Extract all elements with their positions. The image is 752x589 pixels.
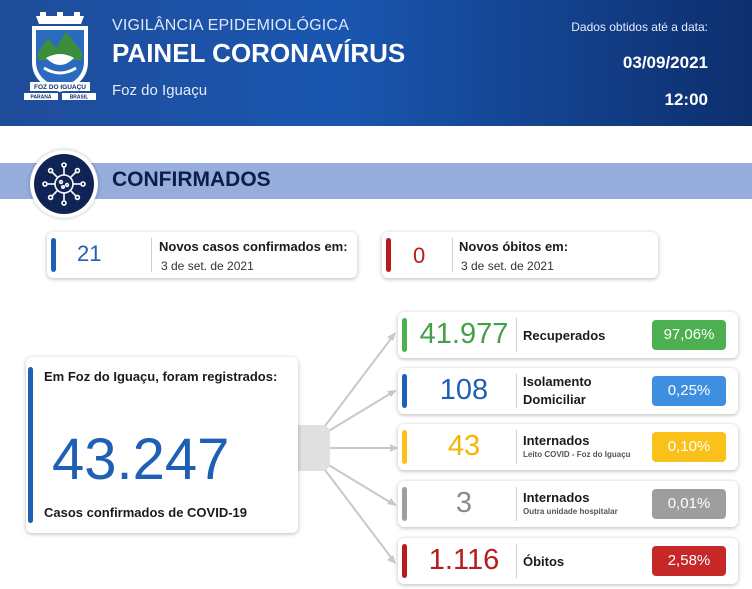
home-isolation-label: Isolamento Domiciliar (523, 374, 592, 407)
deaths-label: Óbitos (523, 554, 565, 569)
recovered-label: Recuperados (523, 328, 606, 343)
divider (516, 318, 517, 352)
divider (516, 430, 517, 464)
home-isolation-percent-badge: 0,25% (652, 376, 726, 406)
divider (516, 544, 517, 578)
divider (516, 487, 517, 521)
recovered-row: 41.977 Recuperados 97,06% (398, 312, 738, 358)
hospitalized-other-row: 3 Internados Outra unidade hospitalar 0,… (398, 481, 738, 527)
total-cases-value: 43.247 (52, 427, 230, 492)
hospitalized-covid-accent (402, 430, 407, 464)
hospitalized-other-label: Internados (523, 490, 590, 505)
hospitalized-covid-label: Internados (523, 433, 590, 448)
total-cases-sublabel: Casos confirmados de COVID-19 (44, 505, 247, 520)
hospitalized-covid-percent-badge: 0,10% (652, 432, 726, 462)
total-cases-label: Em Foz do Iguaçu, foram registrados: (44, 369, 278, 384)
divider (516, 374, 517, 408)
recovered-value: 41.977 (419, 318, 509, 350)
recovered-accent (402, 318, 407, 352)
connector-tab (296, 425, 330, 471)
deaths-accent (402, 544, 407, 578)
deaths-percent-badge: 2,58% (652, 546, 726, 576)
hospitalized-covid-sublabel: Leito COVID - Foz do Iguaçu (523, 450, 631, 459)
hospitalized-other-sublabel: Outra unidade hospitalar (523, 507, 618, 516)
deaths-value: 1.116 (428, 544, 500, 576)
deaths-row: 1.116 Óbitos 2,58% (398, 538, 738, 584)
recovered-percent-badge: 97,06% (652, 320, 726, 350)
home-isolation-accent (402, 374, 407, 408)
hospitalized-other-accent (402, 487, 407, 521)
hospitalized-other-percent-badge: 0,01% (652, 489, 726, 519)
total-cases-accent (28, 367, 33, 523)
home-isolation-value: 108 (439, 374, 489, 406)
hospitalized-covid-value: 43 (447, 430, 481, 462)
home-isolation-row: 108 Isolamento Domiciliar 0,25% (398, 368, 738, 414)
hospitalized-covid-row: 43 Internados Leito COVID - Foz do Iguaç… (398, 424, 738, 470)
hospitalized-other-value: 3 (455, 487, 473, 519)
